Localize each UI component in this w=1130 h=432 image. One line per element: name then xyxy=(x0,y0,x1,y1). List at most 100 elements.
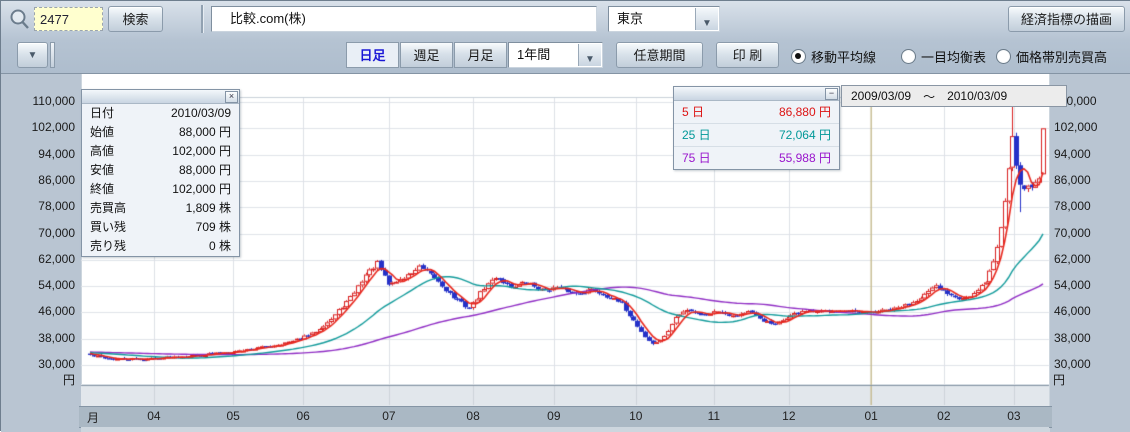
tab-monthly[interactable]: 月足 xyxy=(454,42,507,68)
y-tick-left: 62,000 xyxy=(3,252,75,266)
info-value: 88,000 円 xyxy=(179,161,231,180)
minimize-icon[interactable]: − xyxy=(825,88,838,100)
y-tick-right: 70,000 xyxy=(1054,226,1126,240)
x-tick-month: 02 xyxy=(924,409,964,423)
radio-dot-icon xyxy=(791,49,806,64)
period-select[interactable]: 1年間 ▼ xyxy=(508,42,603,68)
toolbar-divider xyxy=(201,5,203,33)
info-row-margin-sell: 売り残 0 株 xyxy=(82,237,239,256)
y-unit-left: 円 xyxy=(3,371,75,388)
radio-moving-average[interactable]: 移動平均線 xyxy=(791,47,876,66)
info-value: 2010/03/09 xyxy=(171,104,231,123)
info-row-date: 日付 2010/03/09 xyxy=(82,104,239,123)
info-label: 始値 xyxy=(90,123,114,142)
y-tick-right: 38,000 xyxy=(1054,331,1126,345)
ma-legend-titlebar[interactable]: − xyxy=(674,87,839,101)
legend-label: 5 日 xyxy=(682,101,704,123)
legend-row-ma5: 5 日 86,880 円 xyxy=(674,101,839,123)
search-button[interactable]: 検索 xyxy=(108,6,163,32)
tab-daily[interactable]: 日足 xyxy=(346,42,399,68)
y-tick-left: 102,000 xyxy=(3,120,75,134)
stock-code-input[interactable] xyxy=(34,7,103,31)
date-range-box: 2009/03/09 ～ 2010/03/09 xyxy=(841,85,1067,107)
info-label: 売買高 xyxy=(90,199,126,218)
info-row-high: 高値 102,000 円 xyxy=(82,142,239,161)
y-tick-left: 70,000 xyxy=(3,226,75,240)
y-tick-right: 78,000 xyxy=(1054,199,1126,213)
date-range-end: 2010/03/09 xyxy=(947,89,1007,103)
y-tick-left: 46,000 xyxy=(3,304,75,318)
y-tick-left: 54,000 xyxy=(3,278,75,292)
close-icon[interactable]: × xyxy=(225,91,238,103)
info-value: 0 株 xyxy=(209,237,231,256)
x-tick-month: 01 xyxy=(851,409,891,423)
legend-label: 25 日 xyxy=(682,124,711,146)
info-row-close: 終値 102,000 円 xyxy=(82,180,239,199)
period-select-value: 1年間 xyxy=(517,47,550,62)
radio-label: 価格帯別売買高 xyxy=(1016,47,1107,66)
radio-label: 移動平均線 xyxy=(811,47,876,66)
tab-weekly[interactable]: 週足 xyxy=(400,42,453,68)
radio-volume-by-price[interactable]: 価格帯別売買高 xyxy=(996,47,1107,66)
legend-value: 86,880 円 xyxy=(779,101,831,123)
x-tick-month: 03 xyxy=(994,409,1034,423)
info-row-open: 始値 88,000 円 xyxy=(82,123,239,142)
y-tick-right: 62,000 xyxy=(1054,252,1126,266)
y-tick-right: 102,000 xyxy=(1054,120,1126,134)
info-value: 102,000 円 xyxy=(172,142,231,161)
stock-name-field[interactable]: 比較.com(株) xyxy=(211,6,597,32)
quote-info-box: × 日付 2010/03/09 始値 88,000 円 高値 102,000 円… xyxy=(81,89,240,257)
chevron-down-icon[interactable]: ▼ xyxy=(578,44,601,66)
print-button[interactable]: 印 刷 xyxy=(716,42,779,68)
y-tick-right: 94,000 xyxy=(1054,147,1126,161)
info-label: 安値 xyxy=(90,161,114,180)
x-tick-month: 11 xyxy=(694,409,734,423)
info-value: 102,000 円 xyxy=(172,180,231,199)
y-tick-right: 86,000 xyxy=(1054,173,1126,187)
y-tick-right: 54,000 xyxy=(1054,278,1126,292)
x-tick-month: 09 xyxy=(534,409,574,423)
date-range-separator: ～ xyxy=(923,88,935,105)
collapse-panel-button[interactable]: ▼ xyxy=(17,42,48,68)
x-tick-month: 06 xyxy=(283,409,323,423)
legend-row-ma25: 25 日 72,064 円 xyxy=(674,123,839,146)
y-tick-left: 30,000 xyxy=(3,357,75,371)
y-tick-left: 38,000 xyxy=(3,331,75,345)
info-label: 買い残 xyxy=(90,218,126,237)
exchange-select[interactable]: 東京 ▼ xyxy=(608,6,720,32)
chevron-down-icon[interactable]: ▼ xyxy=(695,8,718,30)
legend-row-ma75: 75 日 55,988 円 xyxy=(674,146,839,169)
chart-region: × 日付 2010/03/09 始値 88,000 円 高値 102,000 円… xyxy=(1,74,1130,432)
x-tick-month: 07 xyxy=(369,409,409,423)
radio-dot-icon xyxy=(901,49,916,64)
info-label: 日付 xyxy=(90,104,114,123)
radio-dot-icon xyxy=(996,49,1011,64)
x-tick-month: 08 xyxy=(453,409,493,423)
legend-value: 72,064 円 xyxy=(779,124,831,146)
info-row-margin-buy: 買い残 709 株 xyxy=(82,218,239,237)
search-icon xyxy=(8,8,32,32)
x-tick-month: 04 xyxy=(134,409,174,423)
ma-legend-box: − 5 日 86,880 円 25 日 72,064 円 75 日 55,988… xyxy=(673,86,840,170)
y-unit-right: 円 xyxy=(1053,371,1093,388)
x-tick-month: 05 xyxy=(213,409,253,423)
y-tick-left: 86,000 xyxy=(3,173,75,187)
economic-indicator-button[interactable]: 経済指標の描画 xyxy=(1008,6,1125,32)
splitter-handle[interactable] xyxy=(50,42,55,68)
y-tick-left: 78,000 xyxy=(3,199,75,213)
x-tick-month: 12 xyxy=(769,409,809,423)
info-value: 88,000 円 xyxy=(179,123,231,142)
info-row-volume: 売買高 1,809 株 xyxy=(82,199,239,218)
exchange-select-value: 東京 xyxy=(617,11,643,26)
info-label: 高値 xyxy=(90,142,114,161)
y-tick-right: 30,000 xyxy=(1054,357,1126,371)
radio-ichimoku[interactable]: 一目均衡表 xyxy=(901,47,986,66)
custom-range-button[interactable]: 任意期間 xyxy=(616,42,703,68)
date-range-start: 2009/03/09 xyxy=(851,89,911,103)
info-row-low: 安値 88,000 円 xyxy=(82,161,239,180)
legend-value: 55,988 円 xyxy=(779,147,831,169)
quote-info-titlebar[interactable]: × xyxy=(82,90,239,104)
info-value: 709 株 xyxy=(196,218,231,237)
app-window: 検索 比較.com(株) 東京 ▼ 経済指標の描画 ▼ 日足 週足 月足 1年間… xyxy=(0,0,1130,431)
info-label: 終値 xyxy=(90,180,114,199)
